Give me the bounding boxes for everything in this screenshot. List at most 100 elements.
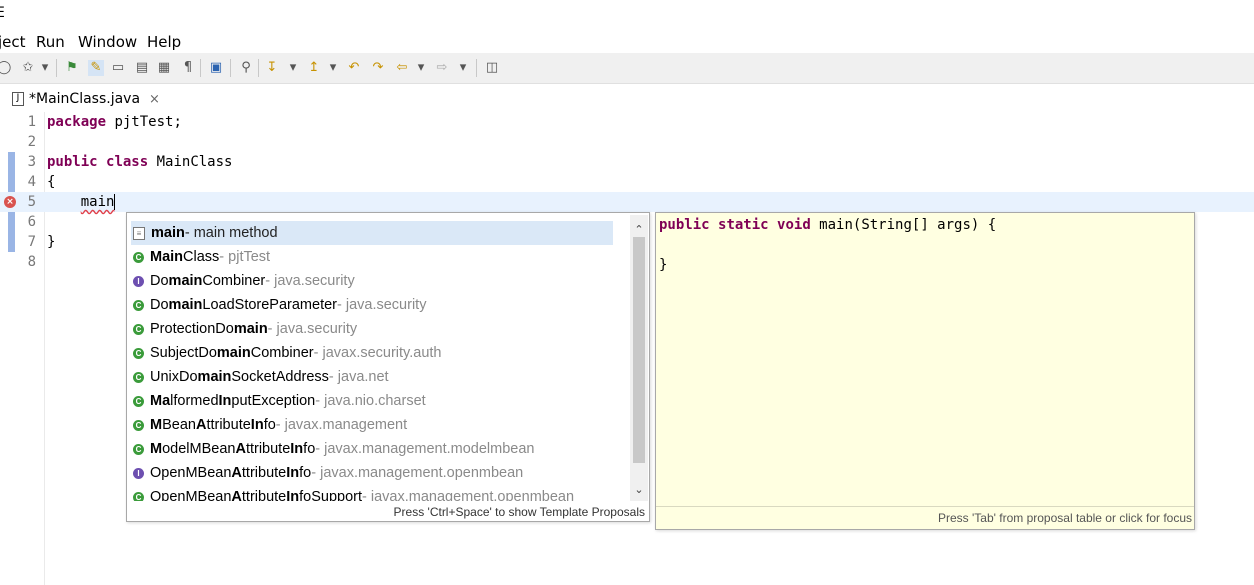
proposal-name: DomainCombiner (150, 273, 266, 289)
line-number: 8 (27, 254, 36, 270)
pilcrow-icon[interactable]: ¶ (180, 60, 196, 76)
chevron-down-icon[interactable]: ▾ (288, 60, 298, 76)
next-annotation-icon[interactable]: ↧ (264, 60, 280, 76)
mark-occurrences-icon[interactable]: ✎ (88, 60, 104, 76)
proposal-package: - java.net (328, 369, 389, 385)
chevron-down-icon[interactable]: ▾ (458, 60, 468, 76)
toolbar-divider (476, 59, 477, 77)
proposal-name: MBeanAttributeInfo (150, 417, 276, 433)
open-type-icon[interactable]: ✩ (20, 60, 36, 76)
code-text: } (47, 234, 56, 250)
back-arrow-icon[interactable]: ⇦ (394, 60, 410, 76)
line-number: 3 (27, 154, 36, 170)
menu-project[interactable]: ject (0, 33, 26, 51)
chevron-down-icon[interactable]: ▾ (328, 60, 338, 76)
proposal-info-popup[interactable]: public static void main(String[] args) {… (655, 212, 1195, 530)
proposal-name: OpenMBeanAttributeInfo (150, 465, 312, 481)
toolbar-divider (258, 59, 259, 77)
forward-arrow-icon[interactable]: ⇨ (434, 60, 450, 76)
chevron-down-icon[interactable]: ▾ (40, 60, 50, 76)
proposal-package: - pjtTest (219, 249, 271, 265)
tab-mainclass[interactable]: J *MainClass.java × (4, 86, 168, 114)
close-icon[interactable]: × (149, 92, 160, 107)
content-assist-popup[interactable]: ≡ main - main method C MainClass - pjtTest I… (126, 212, 650, 522)
info-footer-text: Press 'Tab' from proposal table or click… (937, 511, 1192, 525)
proposal-package: - java.nio.charset (315, 393, 426, 409)
proposal-package: - javax.security.auth (313, 345, 442, 361)
proposal-item[interactable]: C UnixDomainSocketAddress - java.net (131, 365, 613, 389)
menu-run[interactable]: Run (36, 33, 65, 51)
proposal-item[interactable]: C DomainLoadStoreParameter - java.securit… (131, 293, 613, 317)
code-text: package pjtTest; (47, 114, 182, 130)
proposal-item[interactable]: C SubjectDomainCombiner - javax.security.… (131, 341, 613, 365)
scroll-down-icon[interactable]: ⌄ (630, 483, 648, 499)
breakpoint-icon[interactable]: ⚲ (238, 60, 254, 76)
proposal-status-text: Press 'Ctrl+Space' to show Template Prop… (393, 505, 645, 519)
proposal-item[interactable]: C MBeanAttributeInfo - javax.management (131, 413, 613, 437)
line-number: 6 (27, 214, 36, 230)
line-number: 1 (27, 114, 36, 130)
proposal-item[interactable]: C MalformedInputException - java.nio.char… (131, 389, 613, 413)
search-icon[interactable]: ◯ (0, 60, 12, 76)
proposal-package: - javax.management.modelmbean (315, 441, 535, 457)
proposal-item[interactable]: C ProtectionDomain - java.security (131, 317, 613, 341)
class-icon: C (133, 371, 144, 383)
text-cursor (114, 194, 116, 210)
code-line[interactable]: × 5 main (0, 192, 1254, 212)
proposal-item[interactable]: ≡ main - main method (131, 221, 613, 245)
word-wrap-icon[interactable]: ▤ (134, 60, 150, 76)
proposal-name: main (151, 225, 185, 241)
code-text: main (80, 194, 116, 210)
show-source-icon[interactable]: ▦ (156, 60, 172, 76)
proposal-name: MalformedInputException (150, 393, 316, 409)
toolbar: ◯ ✩ ▾ ⚑ ✎ ▭ ▤ ▦ ¶ ▣ ⚲ ↧ ▾ ↥ ▾ ↶ ↷ ⇦ ▾ ⇨ … (0, 53, 1254, 84)
proposal-item[interactable]: C ModelMBeanAttributeInfo - javax.managem… (131, 437, 613, 461)
previous-annotation-icon[interactable]: ↥ (306, 60, 322, 76)
chevron-down-icon[interactable]: ▾ (416, 60, 426, 76)
annotation-icon[interactable]: ⚑ (64, 60, 80, 76)
proposal-package: - java.security (267, 321, 358, 337)
menu-window[interactable]: Window (78, 33, 137, 51)
class-icon: C (133, 251, 144, 263)
proposal-name: OpenMBeanAttributeInfoSupport (150, 489, 363, 501)
scroll-thumb[interactable] (633, 237, 645, 463)
toolbar-divider (56, 59, 57, 77)
code-line[interactable]: 1 package pjtTest; (0, 112, 1254, 132)
class-icon: C (133, 443, 144, 455)
line-number: 2 (27, 134, 36, 150)
line-number: 4 (27, 174, 36, 190)
method-preview: public static void main(String[] args) {… (659, 217, 997, 273)
error-icon[interactable]: × (4, 196, 16, 208)
code-line[interactable]: 4{ (0, 172, 1254, 192)
proposal-package: - java.security (265, 273, 355, 289)
proposal-name: UnixDomainSocketAddress (150, 369, 329, 385)
proposal-list[interactable]: ≡ main - main method C MainClass - pjtTest I… (127, 213, 627, 501)
code-text: public class MainClass (47, 154, 233, 170)
code-text: { (47, 174, 56, 190)
pin-editor-icon[interactable]: ◫ (484, 60, 500, 76)
forward-edit-icon[interactable]: ↷ (370, 60, 386, 76)
code-line[interactable]: 2 (0, 132, 1254, 152)
console-icon[interactable]: ▣ (208, 60, 224, 76)
block-selection-icon[interactable]: ▭ (110, 60, 126, 76)
proposal-item[interactable]: C MainClass - pjtTest (131, 245, 613, 269)
toolbar-divider (200, 59, 201, 77)
proposal-name: ModelMBeanAttributeInfo (150, 441, 316, 457)
code-line[interactable]: 3 public class MainClass (0, 152, 1254, 172)
tab-label: *MainClass.java (29, 91, 141, 107)
title-fragment: E (0, 5, 5, 21)
proposal-name: ProtectionDomain (150, 321, 268, 337)
last-edit-location-icon[interactable]: ↶ (346, 60, 362, 76)
proposal-item[interactable]: I DomainCombiner - java.security (131, 269, 613, 293)
info-footer: Press 'Tab' from proposal table or click… (656, 506, 1194, 529)
toolbar-divider (230, 59, 231, 77)
class-icon: C (133, 323, 144, 335)
interface-icon: I (133, 467, 144, 479)
editor-tab-row: J *MainClass.java × (0, 84, 1254, 114)
proposal-item[interactable]: C OpenMBeanAttributeInfoSupport - javax.m… (131, 485, 613, 501)
line-number: 7 (27, 234, 36, 250)
proposal-item[interactable]: I OpenMBeanAttributeInfo - javax.manageme… (131, 461, 613, 485)
menu-help[interactable]: Help (147, 33, 181, 51)
proposal-name: SubjectDomainCombiner (150, 345, 314, 361)
proposal-scrollbar[interactable]: ⌃ ⌄ (630, 215, 648, 501)
